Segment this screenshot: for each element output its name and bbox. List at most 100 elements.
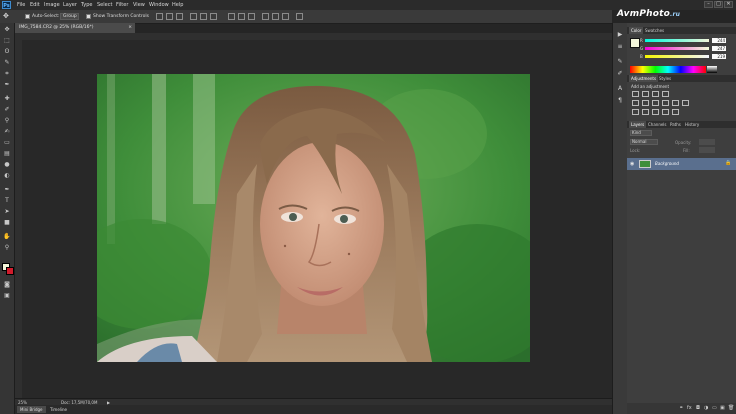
blur-tool-icon[interactable]: ● (3, 161, 11, 168)
tab-swatches[interactable]: Swatches (643, 27, 666, 34)
gradient-tool-icon[interactable]: ▤ (3, 150, 11, 157)
tab-mini-bridge[interactable]: Mini Bridge (17, 406, 46, 413)
layer-filter-dropdown[interactable]: Kind (630, 130, 652, 136)
invert-icon[interactable] (632, 109, 639, 115)
pen-tool-icon[interactable]: ✒ (3, 186, 11, 193)
align-right-icon[interactable] (210, 13, 217, 20)
lasso-tool-icon[interactable]: ʘ (3, 48, 11, 55)
channel-mixer-icon[interactable] (682, 100, 689, 106)
healing-brush-tool-icon[interactable]: ✚ (3, 95, 11, 102)
dodge-tool-icon[interactable]: ◐ (3, 172, 11, 179)
layer-style-icon[interactable]: fx (687, 405, 692, 411)
path-select-tool-icon[interactable]: ➤ (3, 208, 11, 215)
color-panel-foreground-swatch[interactable] (630, 38, 640, 48)
marquee-tool-icon[interactable]: ⬚ (3, 37, 11, 44)
new-adjustment-icon[interactable]: ◑ (704, 405, 708, 411)
paragraph-panel-icon[interactable]: ¶ (616, 97, 624, 105)
tab-adjustments[interactable]: Adjustments (629, 75, 659, 82)
menu-file[interactable]: File (17, 2, 25, 8)
align-vcenter-icon[interactable] (166, 13, 173, 20)
channel-b-value[interactable]: 219 (712, 54, 726, 59)
maximize-button[interactable]: □ (714, 1, 723, 8)
layer-name[interactable]: Background (655, 161, 679, 166)
brightness-contrast-icon[interactable] (632, 91, 639, 97)
brush-panel-icon[interactable]: ✎ (616, 58, 624, 66)
menu-filter[interactable]: Filter (116, 2, 128, 8)
menu-edit[interactable]: Edit (30, 2, 40, 8)
align-left-icon[interactable] (190, 13, 197, 20)
menu-layer[interactable]: Layer (63, 2, 77, 8)
layer-row-background[interactable]: ◉ Background 🔒 (627, 158, 736, 170)
selective-color-icon[interactable] (672, 109, 679, 115)
character-panel-icon[interactable]: A (616, 85, 624, 93)
new-group-icon[interactable]: ▭ (712, 405, 717, 411)
clone-stamp-tool-icon[interactable]: ⚲ (3, 117, 11, 124)
brush-presets-icon[interactable]: ✐ (616, 70, 624, 78)
eyedropper-tool-icon[interactable]: ✒ (3, 81, 11, 88)
channel-g-slider[interactable] (645, 47, 709, 50)
photo-canvas[interactable] (97, 74, 530, 362)
channel-g-value[interactable]: 247 (712, 46, 726, 51)
auto-select-checkbox[interactable] (25, 14, 30, 19)
crop-tool-icon[interactable]: ⌗ (3, 70, 11, 77)
minimize-button[interactable]: – (704, 1, 713, 8)
delete-layer-icon[interactable]: 🗑 (728, 405, 734, 411)
menu-help[interactable]: Help (172, 2, 183, 8)
history-brush-tool-icon[interactable]: ✍ (3, 128, 11, 135)
visibility-eye-icon[interactable]: ◉ (630, 161, 634, 167)
opacity-field[interactable] (699, 139, 715, 145)
auto-select-dropdown[interactable]: Group (60, 13, 79, 20)
screen-mode-icon[interactable]: ▣ (3, 292, 11, 299)
properties-icon[interactable]: ≡ (616, 43, 624, 51)
close-window-button[interactable]: ✕ (724, 1, 733, 8)
menu-select[interactable]: Select (97, 2, 112, 8)
curves-icon[interactable] (652, 91, 659, 97)
background-color-swatch[interactable] (6, 267, 14, 275)
tab-layers[interactable]: Layers (629, 121, 647, 128)
color-balance-icon[interactable] (652, 100, 659, 106)
exposure-icon[interactable] (662, 91, 669, 97)
show-transform-checkbox[interactable] (86, 14, 91, 19)
link-layers-icon[interactable]: ⚭ (679, 405, 683, 411)
gradient-map-icon[interactable] (662, 109, 669, 115)
blend-mode-dropdown[interactable]: Normal (630, 139, 658, 145)
distribute-left-icon[interactable] (262, 13, 269, 20)
tab-history[interactable]: History (683, 121, 701, 128)
hue-saturation-icon[interactable] (642, 100, 649, 106)
auto-align-icon[interactable] (296, 13, 303, 20)
quick-select-tool-icon[interactable]: ✎ (3, 59, 11, 66)
add-mask-icon[interactable]: ◘ (696, 405, 700, 411)
menu-window[interactable]: Window (149, 2, 169, 8)
zoom-tool-icon[interactable]: ⚲ (3, 244, 11, 251)
eraser-tool-icon[interactable]: ▭ (3, 139, 11, 146)
new-layer-icon[interactable]: ▣ (720, 405, 725, 411)
align-top-icon[interactable] (156, 13, 163, 20)
menu-type[interactable]: Type (81, 2, 92, 8)
distribute-bottom-icon[interactable] (248, 13, 255, 20)
gray-ramp[interactable] (707, 66, 717, 73)
document-tab[interactable]: IMG_7584.CR2 @ 25% (RGB/16*) × (15, 23, 135, 33)
posterize-icon[interactable] (642, 109, 649, 115)
tab-paths[interactable]: Paths (668, 121, 683, 128)
play-actions-icon[interactable]: ▶ (616, 31, 624, 39)
channel-r-value[interactable]: 244 (712, 38, 726, 43)
distribute-hcenter-icon[interactable] (272, 13, 279, 20)
align-bottom-icon[interactable] (176, 13, 183, 20)
move-tool-icon[interactable]: ✥ (3, 12, 12, 21)
quick-mask-icon[interactable]: ◙ (3, 281, 11, 288)
tab-color[interactable]: Color (629, 27, 644, 34)
brush-tool-icon[interactable]: ✐ (3, 106, 11, 113)
menu-image[interactable]: Image (44, 2, 60, 8)
shape-tool-icon[interactable]: ■ (3, 219, 11, 226)
black-white-icon[interactable] (662, 100, 669, 106)
fill-field[interactable] (699, 147, 715, 153)
align-hcenter-icon[interactable] (200, 13, 207, 20)
channel-r-slider[interactable] (645, 39, 709, 42)
close-document-icon[interactable]: × (128, 23, 132, 33)
vibrance-icon[interactable] (632, 100, 639, 106)
tab-timeline[interactable]: Timeline (47, 406, 70, 413)
hand-tool-icon[interactable]: ✋ (3, 233, 11, 240)
menu-view[interactable]: View (133, 2, 145, 8)
threshold-icon[interactable] (652, 109, 659, 115)
type-tool-icon[interactable]: T (3, 197, 11, 204)
